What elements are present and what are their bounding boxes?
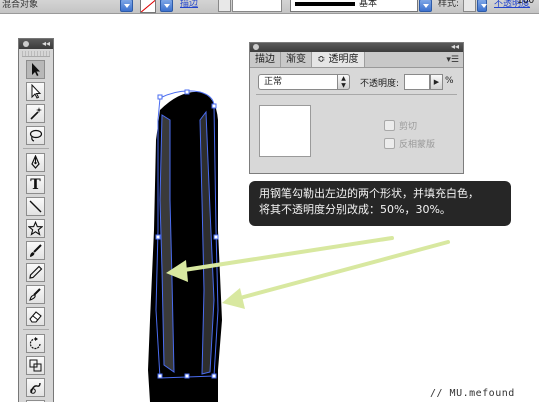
clip-checkbox[interactable]: 剪切 <box>384 119 417 132</box>
transparency-panel: ◂◂ 描边 渐变 ≎ 透明度 ▾☰ 正常 ▲ ▼ 不透明度: ▶ % 剪切 反相蒙… <box>249 42 464 174</box>
stroke-swatch-dropdown[interactable] <box>160 0 173 12</box>
paintbrush-tool-icon[interactable] <box>26 241 45 260</box>
type-tool-icon[interactable]: T <box>26 175 45 194</box>
arrow-to-right-path <box>222 240 450 309</box>
fill-dropdown[interactable] <box>120 0 133 12</box>
blend-mode-select[interactable]: 正常 ▲ ▼ <box>258 74 350 90</box>
checkbox-box[interactable] <box>384 120 395 131</box>
control-bar: 混合对象 描边 基本 样式: 不透明度 100 <box>0 0 539 14</box>
blend-mode-label: 混合对象 <box>2 0 39 10</box>
direct-selection-tool-icon[interactable] <box>26 82 45 101</box>
opacity-value[interactable]: 100 <box>517 0 534 6</box>
tab-gradient[interactable]: 渐变 <box>281 52 312 67</box>
tools-panel: ◂◂ T <box>18 38 54 402</box>
tooltip-line-1: 用钢笔勾勒出左边的两个形状，并填充白色， <box>259 187 479 200</box>
eraser-tool-icon[interactable] <box>26 307 45 326</box>
stroke-swatch[interactable] <box>140 0 156 13</box>
brush-dropdown[interactable] <box>419 0 432 12</box>
percent-label: % <box>445 76 454 86</box>
stroke-link[interactable]: 描边 <box>180 0 198 9</box>
panel-tabs: 描边 渐变 ≎ 透明度 ▾☰ <box>250 52 463 68</box>
scale-tool-icon[interactable] <box>26 356 45 375</box>
selection-tool-icon[interactable] <box>26 60 45 79</box>
object-thumbnail[interactable] <box>259 105 311 157</box>
updown-arrows-icon[interactable]: ▲ ▼ <box>337 74 350 90</box>
tooltip-line-2: 将其不透明度分别改成：50%，30%。 <box>259 203 451 216</box>
style-label: 样式: <box>438 0 460 9</box>
warp-tool-icon[interactable] <box>26 378 45 397</box>
blend-mode-value: 正常 <box>264 77 283 87</box>
tools-divider <box>23 329 49 330</box>
stroke-weight-field[interactable] <box>232 0 282 12</box>
checkbox-box[interactable] <box>384 138 395 149</box>
pencil-tool-icon[interactable] <box>26 263 45 282</box>
brush-definition-field[interactable]: 基本 <box>290 0 418 12</box>
magic-wand-tool-icon[interactable] <box>26 104 45 123</box>
style-dropdown[interactable] <box>477 0 487 12</box>
tools-panel-header[interactable]: ◂◂ <box>19 39 53 49</box>
tools-grip[interactable] <box>22 51 50 57</box>
collapse-icon[interactable]: ◂◂ <box>42 39 50 49</box>
panel-menu-icon[interactable]: ▾☰ <box>446 55 459 65</box>
tools-divider <box>23 148 49 149</box>
tab-stroke[interactable]: 描边 <box>250 52 281 67</box>
collapse-icon[interactable]: ◂◂ <box>451 42 459 52</box>
clip-label: 剪切 <box>399 122 418 132</box>
rotate-tool-icon[interactable] <box>26 334 45 353</box>
pen-tool-icon[interactable] <box>26 153 45 172</box>
close-icon[interactable] <box>253 44 259 50</box>
panel-divider <box>256 94 457 95</box>
panel-header[interactable]: ◂◂ <box>250 42 463 52</box>
watermark: // MU.mefound <box>430 388 515 399</box>
line-tool-icon[interactable] <box>26 197 45 216</box>
play-arrow-icon[interactable]: ▶ <box>430 74 443 90</box>
invert-mask-checkbox[interactable]: 反相蒙版 <box>384 137 435 150</box>
opacity-label: 不透明度: <box>360 79 400 89</box>
black-brush-shape[interactable] <box>140 80 240 402</box>
instruction-tooltip: 用钢笔勾勒出左边的两个形状，并填充白色， 将其不透明度分别改成：50%，30%。 <box>249 181 511 226</box>
tab-transparency[interactable]: ≎ 透明度 <box>312 52 365 67</box>
star-tool-icon[interactable] <box>26 219 45 238</box>
stroke-style-label: 基本 <box>359 0 378 9</box>
opacity-field[interactable] <box>404 74 430 90</box>
lasso-tool-icon[interactable] <box>26 126 45 145</box>
blob-brush-tool-icon[interactable] <box>26 285 45 304</box>
close-icon[interactable] <box>23 41 29 47</box>
stroke-weight-stepper[interactable] <box>218 0 231 12</box>
blend-opacity-row: 正常 ▲ ▼ 不透明度: ▶ % <box>250 68 463 94</box>
invert-mask-label: 反相蒙版 <box>399 140 436 150</box>
style-swatch[interactable] <box>463 0 476 12</box>
